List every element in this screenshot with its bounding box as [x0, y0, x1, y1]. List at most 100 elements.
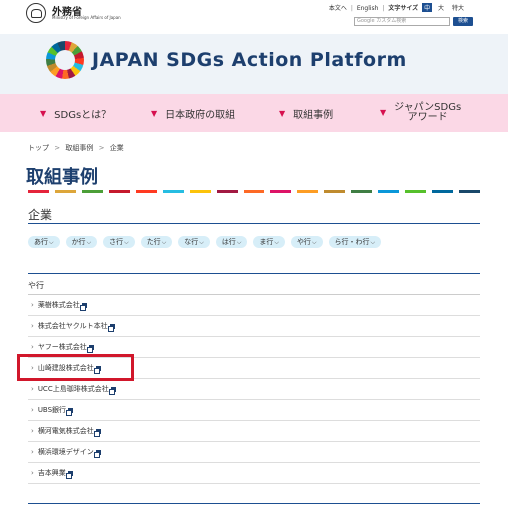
nav-item-label: 日本政府の取組 — [165, 109, 236, 121]
nav-item-case-studies[interactable]: ▼ 取組事例 — [279, 94, 333, 132]
breadcrumb: トップ > 取組事例 > 企業 — [28, 143, 124, 153]
sdg-wheel-logo-icon[interactable] — [46, 41, 84, 79]
search-input[interactable]: Google カスタム検索 — [354, 17, 450, 26]
kana-filter-label: ら行・わ行 — [334, 238, 370, 246]
kana-filter-pill[interactable]: さ行⌵ — [103, 236, 135, 248]
external-link-icon — [107, 323, 115, 332]
chevron-right-icon: › — [31, 343, 34, 351]
kana-filter-label: か行 — [71, 238, 86, 246]
kana-filter-pill[interactable]: ら行・わ行⌵ — [328, 236, 382, 248]
kana-filter-pill[interactable]: か行⌵ — [65, 236, 98, 248]
chevron-down-icon: ⌵ — [274, 239, 279, 246]
chevron-right-icon: › — [31, 385, 34, 393]
company-list-item[interactable]: › 吉本興業 — [28, 463, 480, 484]
sdg-color-segment — [108, 190, 130, 193]
kana-filter-pill[interactable]: は行⌵ — [215, 236, 248, 248]
font-size-label: 文字サイズ — [388, 5, 419, 12]
company-link[interactable]: UCC上島珈琲株式会社 — [38, 384, 109, 394]
kana-filter-pill[interactable]: た行⌵ — [140, 236, 173, 248]
sdg-color-segment — [405, 190, 427, 193]
sdg-color-segment — [270, 190, 292, 193]
skip-to-content-link[interactable]: 本文へ — [329, 5, 347, 12]
top-utility-bar: 外務省 Ministry of Foreign Affairs of Japan… — [0, 0, 508, 34]
divider — [28, 273, 480, 274]
font-size-xlarge-button[interactable]: 特大 — [450, 3, 466, 12]
external-link-icon — [86, 344, 94, 353]
breadcrumb-top-link[interactable]: トップ — [28, 144, 49, 152]
site-title[interactable]: JAPAN SDGs Action Platform — [92, 49, 407, 71]
chevron-right-icon: > — [54, 144, 61, 152]
nav-item-japan-sdgs-award[interactable]: ▼ ジャパンSDGs アワード — [380, 94, 461, 132]
kana-filter-label: あ行 — [34, 238, 48, 246]
kana-filter-pill[interactable]: ま行⌵ — [253, 236, 285, 248]
sdg-color-segment — [351, 190, 373, 193]
chevron-right-icon: › — [31, 301, 34, 309]
utility-links: 本文へ | English | 文字サイズ 中 大 特大 — [329, 3, 466, 12]
external-link-icon — [79, 302, 87, 311]
sdg-color-divider — [28, 190, 480, 193]
company-list-item[interactable]: › UCC上島珈琲株式会社 — [28, 379, 480, 400]
kana-filter-pill[interactable]: あ行⌵ — [28, 236, 60, 248]
breadcrumb-case-studies-link[interactable]: 取組事例 — [65, 144, 93, 152]
search-button[interactable]: 検索 — [453, 17, 473, 26]
kana-filter-pills: あ行⌵ か行⌵ さ行⌵ た行⌵ な行⌵ は行⌵ ま行⌵ や行⌵ ら行・わ行⌵ — [28, 236, 387, 248]
external-link-icon — [93, 428, 101, 437]
external-link-icon — [108, 386, 116, 395]
chevron-down-icon: ⌵ — [370, 239, 376, 246]
chevron-down-icon: ▼ — [40, 108, 47, 118]
kana-filter-label: は行 — [221, 238, 236, 246]
company-list-item[interactable]: › 横河電気株式会社 — [28, 421, 480, 442]
company-list-item[interactable]: › 株式会社ヤクルト本社 — [28, 316, 480, 337]
sdg-color-segment — [432, 190, 453, 193]
company-link[interactable]: 横浜環境デザイン — [38, 447, 94, 457]
chevron-down-icon: ⌵ — [311, 239, 317, 246]
chevron-down-icon: ⌵ — [86, 239, 92, 246]
company-list-item[interactable]: › 横浜環境デザイン — [28, 442, 480, 463]
nav-item-label: SDGsとは？ — [54, 109, 112, 121]
sdg-color-segment — [459, 190, 480, 193]
chevron-right-icon: › — [31, 427, 34, 435]
nav-item-label-wrap: ジャパンSDGs アワード — [394, 103, 461, 123]
external-link-icon — [93, 449, 101, 458]
kana-filter-pill[interactable]: な行⌵ — [178, 236, 210, 248]
nav-item-label: 取組事例 — [293, 109, 334, 121]
chevron-down-icon: ⌵ — [236, 239, 242, 246]
chevron-right-icon: > — [98, 144, 105, 152]
font-size-large-button[interactable]: 大 — [436, 3, 446, 12]
separator: | — [382, 5, 385, 12]
kana-filter-pill[interactable]: や行⌵ — [290, 236, 323, 248]
sdg-color-segment — [297, 190, 319, 193]
kana-filter-label: や行 — [296, 238, 311, 246]
separator: | — [350, 5, 353, 12]
company-list: › 薬樹株式会社 › 株式会社ヤクルト本社 › ヤフー株式会社 › 山崎建設株式会社 › UCC上… — [28, 295, 480, 484]
company-link[interactable]: 吉本興業 — [38, 468, 66, 478]
nav-item-government-initiatives[interactable]: ▼ 日本政府の取組 — [151, 94, 235, 132]
company-list-item[interactable]: › 薬樹株式会社 — [28, 295, 480, 316]
sdg-color-segment — [135, 190, 157, 193]
company-link[interactable]: UBS銀行 — [38, 405, 66, 415]
chevron-right-icon: › — [31, 322, 34, 330]
nav-item-label: アワード — [407, 112, 448, 123]
chevron-down-icon: ▼ — [279, 108, 286, 118]
divider — [28, 503, 480, 504]
sdg-color-segment — [189, 190, 211, 193]
sdg-color-segment — [324, 190, 346, 193]
english-link[interactable]: English — [357, 5, 379, 12]
nav-item-about-sdgs[interactable]: ▼ SDGsとは？ — [40, 94, 111, 132]
sdg-color-segment — [216, 190, 238, 193]
company-link[interactable]: 薬樹株式会社 — [38, 300, 80, 310]
company-link[interactable]: 横河電気株式会社 — [38, 426, 94, 436]
company-link[interactable]: ヤフー株式会社 — [38, 342, 87, 352]
company-link[interactable]: 株式会社ヤクルト本社 — [38, 321, 108, 331]
ministry-subtitle: Ministry of Foreign Affairs of Japan — [52, 15, 121, 20]
mofa-emblem-icon[interactable] — [26, 3, 46, 23]
sdg-color-segment — [54, 190, 76, 193]
sdg-color-segment — [243, 190, 265, 193]
chevron-right-icon: › — [31, 469, 34, 477]
kana-filter-label: な行 — [184, 238, 199, 246]
company-list-item[interactable]: › UBS銀行 — [28, 400, 480, 421]
chevron-down-icon: ▼ — [380, 108, 387, 117]
section-title: 企業 — [28, 208, 53, 222]
font-size-medium-button[interactable]: 中 — [422, 3, 433, 12]
sdg-color-segment — [162, 190, 184, 193]
